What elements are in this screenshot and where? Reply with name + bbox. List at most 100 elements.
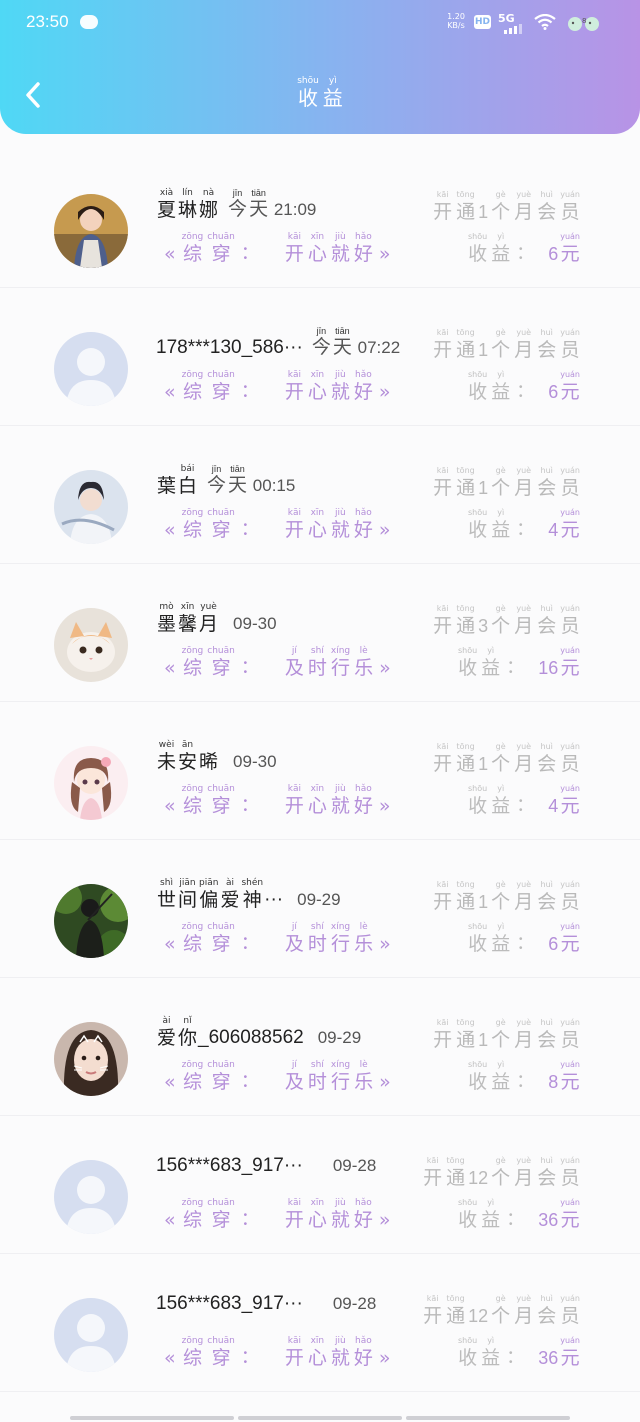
- earning-amount: 16: [538, 658, 559, 678]
- pinyin: tiān: [251, 188, 266, 198]
- hanzi: 行: [331, 933, 351, 955]
- hanzi: 月: [514, 1029, 534, 1051]
- novel-origin[interactable]: «zōng 综 chuān 穿： kāi 开 xīn 心 jiù 就 hǎo 好»: [160, 370, 395, 404]
- novel-origin[interactable]: «zōng 综 chuān 穿： jí 及 shí 时 xíng 行 lè 乐»: [160, 646, 395, 680]
- avatar[interactable]: [54, 332, 128, 406]
- ruby-char: xià 夏: [157, 188, 176, 222]
- avatar[interactable]: [54, 1298, 128, 1372]
- hanzi: 元: [560, 1071, 580, 1093]
- pinyin: shōu: [457, 646, 478, 655]
- avatar[interactable]: [54, 608, 128, 682]
- hanzi: 个: [491, 1305, 511, 1327]
- ruby-char: tōng 通: [456, 190, 475, 224]
- ruby-char: jiān 间: [178, 878, 197, 912]
- vip-months: 1: [478, 478, 489, 498]
- earning-row[interactable]: xià 夏 lín 琳 nà 娜 jīn 今 tiān 天 21:09 kāi 开 tōng 通 1 gè 个 y…: [0, 150, 640, 288]
- novel-origin[interactable]: «zōng 综 chuān 穿： kāi 开 xīn 心 jiù 就 hǎo 好»: [160, 508, 395, 542]
- pinyin: yuán: [560, 190, 580, 199]
- avatar[interactable]: [54, 1160, 128, 1234]
- novel-origin[interactable]: «zōng 综 chuān 穿： kāi 开 xīn 心 jiù 就 hǎo 好»: [160, 1336, 395, 1370]
- hanzi: 个: [491, 753, 511, 775]
- ruby-char: yuán 元: [560, 1198, 580, 1232]
- hanzi: 元: [560, 657, 580, 679]
- net-speed: 1.20 KB/s: [445, 12, 467, 30]
- novel-origin[interactable]: «zōng 综 chuān 穿： jí 及 shí 时 xíng 行 lè 乐»: [160, 922, 395, 956]
- ruby-char: shōu 收: [458, 1198, 477, 1232]
- pinyin: zōng: [181, 1336, 204, 1346]
- earning-row[interactable]: wèi 未 ān 安晞 09-30 kāi 开 tōng 通 1 gè 个 yuè 月 huì 会 yuán 员 «…: [0, 702, 640, 840]
- hanzi: 益: [322, 86, 343, 110]
- novel-origin[interactable]: «zōng 综 chuān 穿： kāi 开 xīn 心 jiù 就 hǎo 好»: [160, 784, 395, 818]
- avatar[interactable]: [54, 746, 128, 820]
- avatar[interactable]: [54, 884, 128, 958]
- avatar[interactable]: [54, 470, 128, 544]
- earning-row[interactable]: 156***683_917··· 09-28 kāi 开 tōng 通 12 gè 个 yuè 月 h…: [0, 1254, 640, 1392]
- earning-row[interactable]: shì 世 jiān 间 piān 偏 ài 爱 shén 神 ··· 09-29 kāi 开 tōng 通 1…: [0, 840, 640, 978]
- hanzi: 心: [307, 1209, 327, 1231]
- ruby-char: chuān 穿: [207, 1198, 235, 1232]
- ruby-char: gè 个: [491, 604, 510, 638]
- avatar[interactable]: [54, 194, 128, 268]
- avatar[interactable]: [54, 1022, 128, 1096]
- hanzi: 会: [537, 1029, 557, 1051]
- novel-origin[interactable]: «zōng 综 chuān 穿： kāi 开 xīn 心 jiù 就 hǎo 好»: [160, 232, 395, 266]
- hanzi: 个: [491, 477, 511, 499]
- hanzi: 收: [458, 1347, 478, 1369]
- hanzi: 益: [491, 243, 511, 265]
- pinyin: yuán: [560, 1336, 580, 1345]
- novel-origin[interactable]: «zōng 综 chuān 穿： kāi 开 xīn 心 jiù 就 hǎo 好»: [160, 1198, 395, 1232]
- colon: ：: [240, 1209, 259, 1230]
- hanzi: 偏: [199, 889, 219, 911]
- pinyin: [157, 464, 176, 474]
- pinyin: yì: [497, 508, 505, 517]
- pinyin: kāi: [426, 1294, 439, 1303]
- hanzi: 穿: [211, 381, 231, 403]
- time-value: 07:22: [357, 338, 401, 357]
- name-suffix: _606088562: [198, 1027, 304, 1048]
- hanzi: 开: [433, 753, 453, 775]
- hanzi: 好: [353, 243, 373, 265]
- ruby-char: yuè 月: [514, 1294, 533, 1328]
- hanzi: 开: [284, 1209, 304, 1231]
- hanzi: 个: [491, 615, 511, 637]
- ruby-char: zōng 综: [182, 1336, 204, 1370]
- pinyin: jiù: [335, 1336, 346, 1346]
- novel-origin[interactable]: «zōng 综 chuān 穿： jí 及 shí 时 xíng 行 lè 乐»: [160, 1060, 395, 1094]
- ruby-char: kāi 开: [423, 1156, 442, 1190]
- pinyin: xīn: [180, 602, 195, 612]
- vip-months: 1: [478, 754, 489, 774]
- hanzi: 好: [353, 1347, 373, 1369]
- ruby-char: 葉: [157, 464, 176, 498]
- ruby-char: zōng 综: [182, 646, 204, 680]
- pinyin: jīn: [211, 464, 222, 474]
- hanzi: 通: [456, 1029, 476, 1051]
- earning-row[interactable]: mò 墨 xīn 馨 yuè 月 09-30 kāi 开 tōng 通 3 gè 个 yuè 月 huì 会 yuá…: [0, 564, 640, 702]
- ruby-char: gè 个: [491, 880, 510, 914]
- ruby-char: gè 个: [491, 466, 510, 500]
- hanzi: 穿: [211, 519, 231, 541]
- hanzi: 通: [456, 753, 476, 775]
- earning-row[interactable]: 156***683_917··· 09-28 kāi 开 tōng 通 12 gè 个 yuè 月 h…: [0, 1116, 640, 1254]
- hd-icon: HD: [474, 15, 491, 29]
- hanzi: 综: [182, 795, 202, 817]
- ruby-char: yuán 元: [560, 646, 580, 680]
- hanzi: 及: [284, 1071, 304, 1093]
- earning-row[interactable]: ài 爱 nǐ 你 _606088562 09-29 kāi 开 tōng 通 1 gè 个 yuè 月 hu…: [0, 978, 640, 1116]
- ruby-char: jiù 就: [331, 784, 350, 818]
- hanzi: 月: [199, 613, 219, 635]
- ruby-char: huì 会: [537, 742, 556, 776]
- pinyin: chuān: [207, 232, 235, 242]
- ruby-char: hǎo 好: [354, 232, 373, 266]
- earning-amount: 6: [548, 244, 559, 264]
- pinyin: chuān: [207, 646, 235, 656]
- pinyin: chuān: [207, 922, 235, 932]
- hanzi: 乐: [354, 657, 374, 679]
- ruby-char: yuè 月: [514, 328, 533, 362]
- pinyin: gè: [495, 1156, 506, 1165]
- hanzi: 员: [560, 201, 580, 223]
- pinyin: lè: [359, 922, 368, 932]
- back-button[interactable]: [22, 80, 44, 110]
- earning-row[interactable]: 178***130_586··· jīn 今 tiān 天 07:22 kāi 开 tōng 通…: [0, 288, 640, 426]
- vip-info: kāi 开 tōng 通 1 gè 个 yuè 月 huì 会 yuán 员: [431, 466, 582, 500]
- earning-row[interactable]: 葉 bái 白 jīn 今 tiān 天 00:15 kāi 开 tōng 通 1 gè 个 yuè 月 huì…: [0, 426, 640, 564]
